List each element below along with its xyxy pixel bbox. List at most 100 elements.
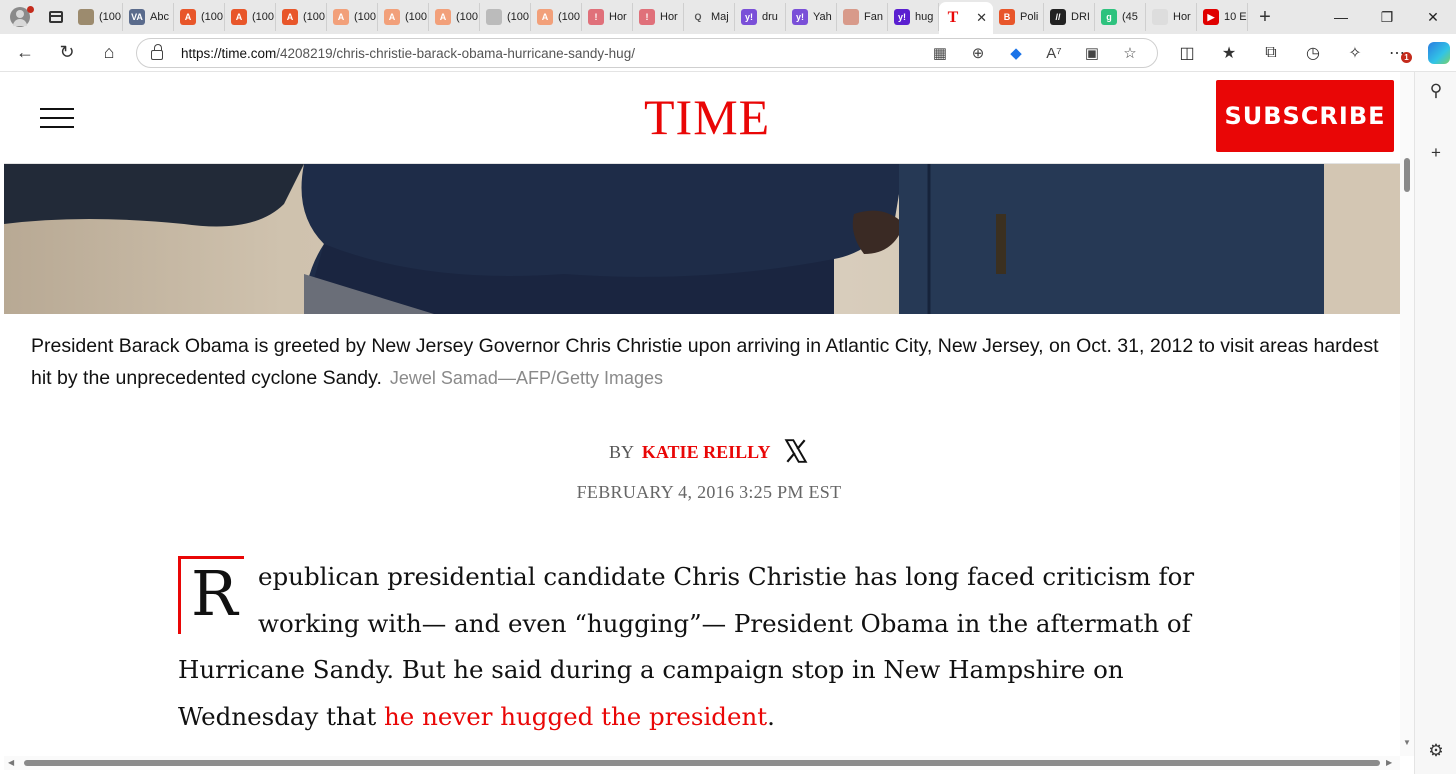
tab-favicon-icon: A [180,9,196,25]
tab-actions-icon [49,11,63,23]
tab[interactable]: A (100 [327,3,378,31]
tab-favicon-icon: y! [741,9,757,25]
tab-title: DRI [1071,11,1090,23]
horizontal-scrollbar[interactable]: ◀ ▶ [4,756,1400,770]
tab-title: (100 [201,11,224,23]
restore-button[interactable]: ❐ [1364,0,1410,34]
subscribe-button[interactable]: SUBSCRIBE [1216,80,1394,152]
tab[interactable]: Hor [1146,3,1197,31]
close-window-button[interactable]: ✕ [1410,0,1456,34]
tab-favicon-icon [78,9,94,25]
apps-grid-icon[interactable]: ▦ [921,39,959,67]
tab-favicon-icon: ! [588,9,604,25]
tab[interactable]: (100 [480,3,531,31]
tab[interactable]: ! Hor [582,3,633,31]
lock-icon[interactable] [151,44,163,60]
favorite-star-icon[interactable]: ☆ [1111,39,1149,67]
tab-favicon-icon: T [945,9,961,26]
x-twitter-icon[interactable] [783,438,809,464]
tab-favicon-icon: A [537,9,553,25]
tab-title: (100 [354,11,377,23]
copilot-button[interactable] [1418,34,1456,72]
tab[interactable]: A (100 [276,3,327,31]
tab[interactable]: A (100 [378,3,429,31]
tab-title: Hor [1173,11,1191,23]
tab-title: (100 [558,11,581,23]
time-logo[interactable]: TIME [644,88,770,146]
scroll-down-arrow-icon[interactable]: ▼ [1403,738,1411,747]
author-link[interactable]: KATIE REILLY [642,442,771,462]
favorites-icon[interactable]: ★ [1208,34,1250,72]
menu-icon[interactable] [40,108,74,128]
home-button[interactable]: ⌂ [88,34,130,72]
vertical-scrollbar[interactable]: ▼ [1400,72,1414,756]
tab-favicon-icon: A [333,9,349,25]
read-aloud-icon[interactable]: A⁷ [1035,39,1073,67]
tab[interactable]: // DRI [1044,3,1095,31]
zoom-icon[interactable]: ⊕ [959,39,997,67]
window-controls: — ❐ ✕ [1318,0,1456,34]
tab-title: Abc [150,11,169,23]
tab-favicon-icon: g [1101,9,1117,25]
vertical-scroll-thumb[interactable] [1404,158,1410,192]
tab-title: (45 [1122,11,1138,23]
tab[interactable]: y! hug [888,3,939,31]
tab[interactable]: ! Hor [633,3,684,31]
new-tab-button[interactable]: + [1248,0,1282,34]
tab-title: Poli [1020,11,1039,23]
publish-date: FEBRUARY 4, 2016 3:25 PM EST [576,482,842,502]
byline-by: BY [609,442,634,462]
refresh-button[interactable]: ↻ [46,34,88,72]
sidebar-add-icon[interactable]: + [1415,138,1456,168]
tab[interactable]: Q Maj [684,3,735,31]
photo-caption: President Barack Obama is greeted by New… [31,330,1381,394]
tab[interactable]: y! Yah [786,3,837,31]
tab-list: (100 VA Abc A (100 A (100 A (100 A (100 A (100 A (100 (… [72,0,1248,34]
tab[interactable]: g (45 [1095,3,1146,31]
tab-favicon-icon [486,9,502,25]
tab-title: (100 [252,11,275,23]
collections-icon[interactable]: ⧉ [1250,34,1292,72]
tab[interactable]: Fan [837,3,888,31]
more-menu-icon[interactable]: ⋯ 1 [1376,34,1418,72]
byline: BY KATIE REILLY [4,438,1400,464]
immersive-reader-icon[interactable]: ▣ [1073,39,1111,67]
tab-title: Yah [813,11,832,23]
tab-title: (100 [303,11,326,23]
back-button[interactable]: ← [4,34,46,72]
tab[interactable]: ▶ 10 E [1197,3,1248,31]
tab-title: (100 [456,11,479,23]
tab-favicon-icon: // [1050,9,1066,25]
history-icon[interactable]: ◷ [1292,34,1334,72]
tab-close-icon[interactable]: ✕ [976,10,987,26]
extensions-icon[interactable]: ✧ [1334,34,1376,72]
tab[interactable]: VA Abc [123,3,174,31]
tab[interactable]: A (100 [531,3,582,31]
tab[interactable]: A (100 [429,3,480,31]
tab[interactable]: B Poli [993,3,1044,31]
address-bar[interactable]: https://time.com/4208219/chris-christie-… [136,38,1158,68]
tab-favicon-icon [1152,9,1168,25]
split-screen-icon[interactable]: ◫ [1166,34,1208,72]
article-inline-link[interactable]: he never hugged the president [384,702,767,731]
tab-favicon-icon: A [282,9,298,25]
minimize-button[interactable]: — [1318,0,1364,34]
page-viewport: TIME SUBSCRIBE President Barack Obama is… [4,72,1400,756]
tab-title: dru [762,11,778,23]
tab-active[interactable]: T ✕ [939,2,993,34]
tab-title: Maj [711,11,729,23]
sidebar-search-icon[interactable]: ⚲ [1415,76,1456,106]
tab-favicon-icon: A [231,9,247,25]
tab[interactable]: (100 [72,3,123,31]
tab-favicon-icon: y! [792,9,808,25]
scroll-right-arrow-icon[interactable]: ▶ [1386,758,1392,767]
tab[interactable]: A (100 [225,3,276,31]
shopping-tag-icon[interactable]: ◆ [997,39,1035,67]
horizontal-scroll-thumb[interactable] [24,760,1380,766]
scroll-left-arrow-icon[interactable]: ◀ [8,758,14,767]
tab-actions-menu-button[interactable] [40,0,72,34]
tab[interactable]: A (100 [174,3,225,31]
tab[interactable]: y! dru [735,3,786,31]
sidebar-settings-icon[interactable]: ⚙ [1415,736,1456,766]
profile-button[interactable] [0,0,40,34]
